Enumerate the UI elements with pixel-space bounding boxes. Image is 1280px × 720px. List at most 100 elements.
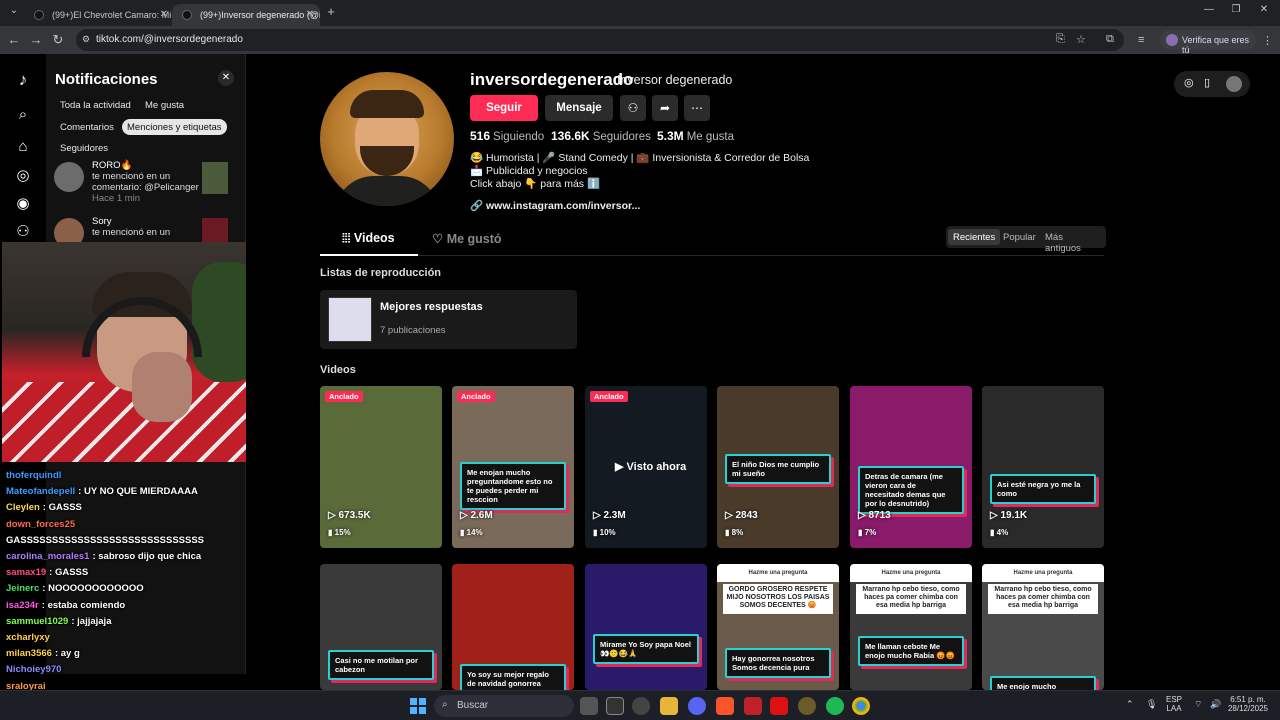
notification-item[interactable]: RORO🔥 te mencionó en un comentario: @Pel… bbox=[54, 160, 238, 204]
tab-list-icon[interactable]: ⌄ bbox=[6, 5, 22, 16]
bar-chart-icon: ▮ bbox=[858, 528, 865, 537]
close-tab-icon[interactable]: ✕ bbox=[160, 9, 168, 20]
follow-button[interactable]: Seguir bbox=[470, 95, 538, 121]
new-tab-icon[interactable]: + bbox=[323, 4, 339, 19]
filter-likes[interactable]: Me gusta bbox=[140, 97, 189, 113]
url-field[interactable]: ⚙ tiktok.com/@inversordegenerado ⎘ ☆ ⧉ bbox=[76, 29, 1124, 51]
video-caption: El niño Dios me cumplio mi sueño bbox=[725, 454, 831, 484]
close-tab-icon[interactable]: ✕ bbox=[306, 9, 314, 20]
clock[interactable]: 6:51 p. m. 28/12/2025 bbox=[1226, 695, 1270, 713]
message-button[interactable]: Mensaje bbox=[545, 95, 613, 121]
playlist-card[interactable]: Mejores respuestas 7 publicaciones bbox=[320, 290, 577, 349]
following-avatar-icon[interactable]: ◉ bbox=[12, 194, 34, 216]
home-icon[interactable]: ⌂ bbox=[12, 138, 34, 160]
retention-value: 14% bbox=[466, 528, 483, 537]
video-card[interactable]: Hazme una pregunta GORDO GROSERO RESPETE … bbox=[717, 564, 839, 690]
user-avatar-icon[interactable] bbox=[1226, 76, 1242, 92]
back-icon[interactable]: ← bbox=[6, 32, 22, 47]
video-card[interactable]: Detras de camara (me vieron cara de nece… bbox=[850, 386, 972, 548]
volume-icon[interactable]: 🔊 bbox=[1210, 699, 1221, 710]
chat-text: estaba comiendo bbox=[47, 599, 126, 611]
github-icon[interactable] bbox=[632, 697, 650, 715]
bookmark-star-icon[interactable]: ☆ bbox=[1076, 33, 1086, 46]
browser-tab-1[interactable]: (99+)El Chevrolet Camaro: Mi S... ✕ bbox=[24, 4, 174, 26]
video-card[interactable]: Asi esté negra yo me la como ▷ 19.1K ▮ 4% bbox=[982, 386, 1104, 548]
sort-popular[interactable]: Popular bbox=[998, 229, 1041, 245]
browser-tab-2[interactable]: (99+)Inversor degenerado (@in... ✕ bbox=[172, 4, 320, 26]
video-card[interactable]: Me enojan mucho preguntandome esto no te… bbox=[452, 386, 574, 548]
profile-display-name: Inversor degenerado bbox=[617, 73, 733, 87]
video-card[interactable]: Hazme una pregunta Marrano hp cebo tieso,… bbox=[982, 564, 1104, 690]
chrome-icon[interactable] bbox=[852, 697, 870, 715]
tray-chevron-icon[interactable]: ⌃ bbox=[1126, 699, 1134, 710]
filter-mentions[interactable]: Menciones y etiquetas bbox=[122, 119, 227, 135]
stat-followers[interactable]: 136.6K Seguidores bbox=[551, 129, 651, 143]
minimize-icon[interactable]: — bbox=[1201, 4, 1217, 15]
video-caption: Me llaman cebote Me enojo mucho Rabia 😡😡 bbox=[858, 636, 964, 666]
file-explorer-icon[interactable] bbox=[660, 697, 678, 715]
taskbar-search[interactable]: ⌕ Buscar bbox=[434, 695, 574, 717]
play-icon: ▷ bbox=[725, 510, 736, 521]
coins-icon[interactable]: ◎ bbox=[1184, 76, 1194, 89]
browser-menu-icon[interactable]: ⋮ bbox=[1262, 34, 1273, 47]
add-friend-icon[interactable]: ⚇ bbox=[620, 95, 646, 121]
explore-icon[interactable]: ◎ bbox=[12, 166, 34, 188]
notification-user: Sory bbox=[92, 216, 112, 227]
microphone-icon[interactable]: 🎙 bbox=[1146, 699, 1157, 710]
install-app-icon[interactable]: ⎘ bbox=[1056, 33, 1065, 46]
share-icon[interactable]: ➦ bbox=[652, 95, 678, 121]
brave-icon[interactable] bbox=[716, 697, 734, 715]
video-card[interactable]: El niño Dios me cumplio mi sueño ▷ 2843 ▮ … bbox=[717, 386, 839, 548]
chat-username: Nichoiey970 bbox=[6, 664, 62, 676]
task-view-icon[interactable] bbox=[580, 697, 598, 715]
video-card[interactable]: Casi no me motilan por cabezon bbox=[320, 564, 442, 690]
windows-start-icon[interactable] bbox=[410, 698, 426, 714]
profile-link[interactable]: 🔗 www.instagram.com/inversor... bbox=[470, 199, 640, 212]
video-card[interactable]: Yo soy su mejor regalo de navidad gonorr… bbox=[452, 564, 574, 690]
reload-icon[interactable]: ↻ bbox=[50, 32, 66, 48]
wifi-icon[interactable]: ⌔ bbox=[1194, 699, 1202, 710]
active-tab-indicator bbox=[320, 254, 418, 256]
discord-icon[interactable] bbox=[688, 697, 706, 715]
video-card[interactable]: Mirame Yo Soy papa Noel 👀🙂😂🙏 bbox=[585, 564, 707, 690]
tab-liked[interactable]: ♡ Me gustó bbox=[432, 231, 502, 246]
watched-text: Visto ahora bbox=[626, 461, 687, 473]
tab-search-icon[interactable]: ≡ bbox=[1138, 34, 1144, 46]
notion-icon[interactable] bbox=[606, 697, 624, 715]
chat-message: isa234r: estaba comiendo bbox=[6, 600, 125, 611]
sort-toggle: Recientes Popular Más antiguos bbox=[946, 226, 1106, 254]
tiktok-favicon-icon bbox=[182, 10, 192, 20]
close-icon[interactable]: ✕ bbox=[218, 70, 234, 86]
filter-all-activity[interactable]: Toda la actividad bbox=[55, 97, 136, 113]
language-indicator[interactable]: ESP LAA bbox=[1166, 695, 1182, 713]
x-app-icon[interactable] bbox=[770, 697, 788, 715]
close-window-icon[interactable]: ✕ bbox=[1256, 4, 1272, 15]
tiktok-logo-icon[interactable]: ♪ bbox=[12, 70, 34, 92]
chat-text: jajjajaja bbox=[77, 615, 112, 627]
notification-thumbnail[interactable] bbox=[202, 162, 228, 194]
spotify-icon[interactable] bbox=[826, 697, 844, 715]
extensions-icon[interactable]: ⧉ bbox=[1106, 33, 1114, 46]
search-icon: ⌕ bbox=[442, 699, 448, 710]
friends-icon[interactable]: ⚇ bbox=[12, 222, 34, 244]
profile-avatar[interactable] bbox=[320, 72, 454, 206]
more-options-icon[interactable]: ⋯ bbox=[684, 95, 710, 121]
site-info-icon[interactable]: ⚙ bbox=[82, 34, 90, 45]
netflix-icon[interactable] bbox=[744, 697, 762, 715]
tab-videos[interactable]: ⦙⦙⦙ Videos bbox=[342, 231, 395, 246]
sort-recent[interactable]: Recientes bbox=[948, 229, 1001, 245]
filter-comments[interactable]: Comentarios bbox=[55, 119, 119, 135]
maximize-icon[interactable]: ❐ bbox=[1228, 4, 1244, 15]
notification-message: te mencionó en un comentario: @Pelicange… bbox=[92, 171, 199, 193]
obs-icon[interactable] bbox=[798, 697, 816, 715]
filter-followers[interactable]: Seguidores bbox=[55, 140, 113, 156]
device-icon[interactable]: ▯ bbox=[1204, 76, 1210, 89]
sort-oldest[interactable]: Más antiguos bbox=[1040, 229, 1106, 254]
search-icon[interactable]: ⌕ bbox=[12, 106, 34, 128]
stat-following[interactable]: 516 Siguiendo bbox=[470, 129, 544, 143]
video-card[interactable]: Anclado ▷ 673.5K ▮ 15% bbox=[320, 386, 442, 548]
video-card[interactable]: ▶ Visto ahora Anclado ▷ 2.3M ▮ 10% bbox=[585, 386, 707, 548]
forward-icon[interactable]: → bbox=[28, 32, 44, 47]
video-card[interactable]: Hazme una pregunta Marrano hp cebo tieso,… bbox=[850, 564, 972, 690]
profile-verify-chip[interactable]: Verifica que eres tú bbox=[1160, 30, 1256, 55]
